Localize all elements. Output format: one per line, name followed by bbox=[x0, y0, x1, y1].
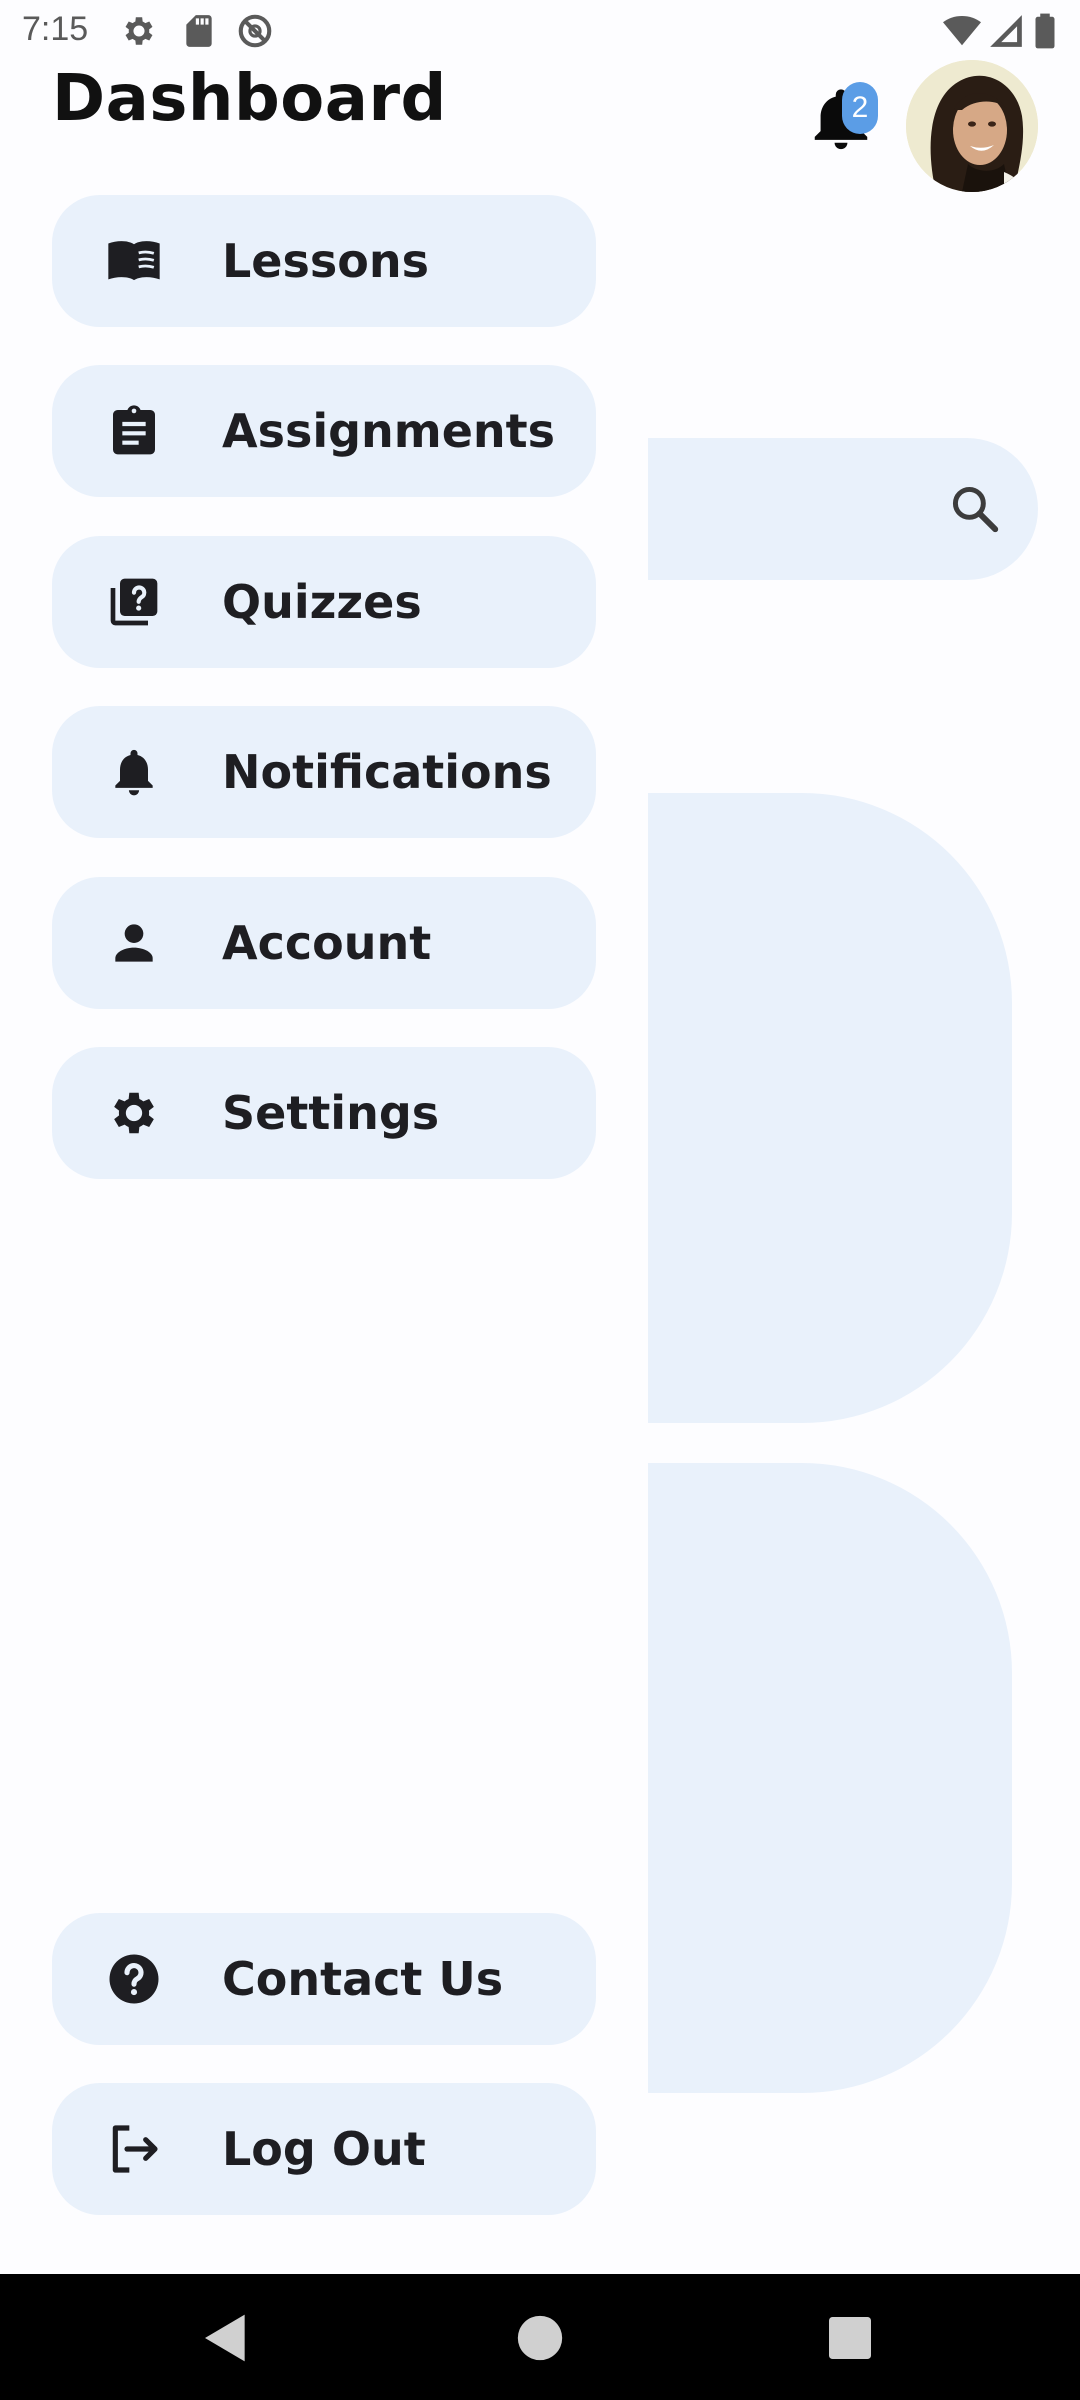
battery-icon bbox=[1035, 13, 1055, 49]
menu-item-log-out[interactable]: Log Out bbox=[52, 2083, 596, 2215]
book-open-icon bbox=[108, 241, 160, 281]
person-icon bbox=[115, 924, 153, 962]
menu-item-quizzes[interactable]: Quizzes bbox=[52, 536, 596, 668]
menu-item-label: Contact Us bbox=[222, 1952, 504, 2006]
do-not-disturb-icon bbox=[238, 14, 272, 48]
menu-item-label: Quizzes bbox=[222, 575, 422, 629]
page-title: Dashboard bbox=[52, 62, 447, 136]
cell-signal-icon bbox=[990, 15, 1022, 47]
menu-item-contact-us[interactable]: Contact Us bbox=[52, 1913, 596, 2045]
content-card[interactable] bbox=[648, 793, 1012, 1423]
notification-badge: 2 bbox=[842, 82, 878, 134]
menu-item-label: Assignments bbox=[222, 404, 556, 458]
wifi-icon bbox=[943, 15, 981, 46]
search-icon[interactable] bbox=[948, 482, 1002, 536]
gear-icon bbox=[114, 1092, 154, 1134]
menu-item-settings[interactable]: Settings bbox=[52, 1047, 596, 1179]
back-icon[interactable] bbox=[198, 2310, 254, 2366]
quiz-icon bbox=[110, 578, 158, 626]
sd-card-icon bbox=[186, 15, 212, 47]
avatar[interactable] bbox=[906, 60, 1038, 192]
status-bar: 7:15 bbox=[0, 0, 1080, 62]
clipboard-icon bbox=[113, 405, 155, 455]
settings-icon bbox=[125, 17, 153, 45]
system-nav-bar bbox=[0, 2274, 1080, 2400]
menu-item-account[interactable]: Account bbox=[52, 877, 596, 1009]
home-icon[interactable] bbox=[512, 2310, 568, 2366]
menu-item-lessons[interactable]: Lessons bbox=[52, 195, 596, 327]
menu-item-label: Notifications bbox=[222, 745, 552, 799]
logout-icon bbox=[112, 2125, 158, 2173]
menu-item-label: Settings bbox=[222, 1086, 440, 1140]
status-time: 7:15 bbox=[22, 10, 89, 48]
bell-icon bbox=[115, 749, 153, 796]
menu-item-notifications[interactable]: Notifications bbox=[52, 706, 596, 838]
menu-item-label: Lessons bbox=[222, 234, 429, 288]
help-icon bbox=[109, 1954, 159, 2004]
user-photo bbox=[906, 60, 1038, 192]
menu-item-assignments[interactable]: Assignments bbox=[52, 365, 596, 497]
recents-icon[interactable] bbox=[822, 2310, 878, 2366]
menu-item-label: Account bbox=[222, 916, 432, 970]
content-card[interactable] bbox=[648, 1463, 1012, 2093]
menu-item-label: Log Out bbox=[222, 2122, 426, 2176]
